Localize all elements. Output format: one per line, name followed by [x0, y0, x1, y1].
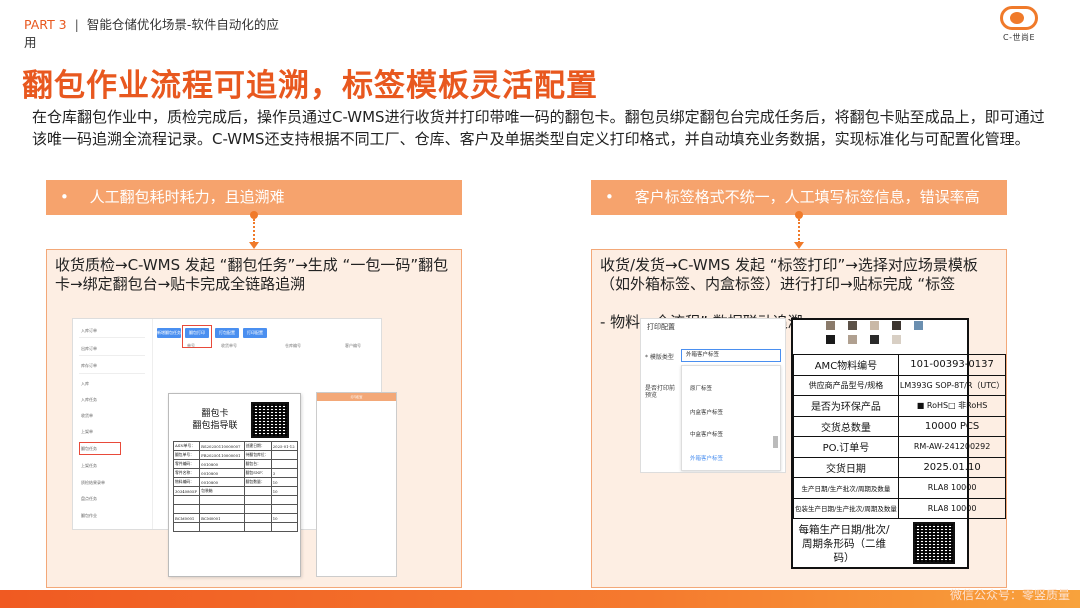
table-row: 物料编码： 0010800 翻包数量： 10 [172, 477, 299, 487]
solution-right-text: 收货/发货→C-WMS 发起 “标签打印”→选择对应场景模板（如外箱标签、内盒标… [600, 256, 978, 293]
template-type-label: * 模版类型 [645, 354, 674, 361]
table-row: 生产日期/生产批次/周期及数量 RLA8 10000 [793, 477, 1007, 499]
print-config-popup: 打印配置 [316, 392, 397, 577]
swatch [892, 321, 901, 330]
wms-button: 打包配置 [215, 328, 239, 338]
table-row: ASN单号： RS20250110000007 创建日期： 2025-01-12 [172, 441, 299, 451]
connector-line-left [253, 219, 255, 243]
swatch [870, 321, 879, 330]
nav-item: 盘点任务 [81, 496, 97, 501]
qr-code-icon [251, 402, 289, 438]
connector-dot-left [250, 211, 258, 219]
page-title: 翻包作业流程可追溯，标签模板灵活配置 [22, 68, 598, 104]
swatch [892, 335, 901, 344]
intro-paragraph: 在仓库翻包作业中，质检完成后，操作员通过C-WMS进行收货并打印带唯一码的翻包卡… [32, 108, 1045, 148]
scrollbar[interactable] [773, 436, 778, 448]
nav-item: 上架任务 [81, 463, 97, 468]
dropdown-option[interactable]: 原厂标签 [690, 384, 712, 392]
company-logo: C-世尚E [994, 6, 1044, 44]
table-header: 单号 [187, 343, 195, 348]
swatch [848, 335, 857, 344]
highlight-box [79, 442, 121, 455]
table-row: 交货总数量 10000 PCS [793, 415, 1007, 437]
dropdown-option-selected[interactable]: 外箱客户标签 [690, 454, 723, 462]
swatch [870, 335, 879, 344]
nav-item: 翻包作业 [81, 513, 97, 518]
table-row: 零件名称： 0010800 翻包SNP： 3 [172, 468, 299, 478]
section-header: PART 3 | 智能仓储优化场景-软件自动化的应用 [24, 16, 284, 52]
pack-card-table: ASN单号： RS20250110000007 创建日期： 2025-01-12 翻包… [172, 441, 299, 532]
label-table: AMC物料编号 101-00393-0137 供应商产品型号/规格 LM393G S… [793, 354, 1007, 519]
swatch [826, 335, 835, 344]
pack-card: 翻包卡 翻包指导联 ASN单号： RS20250110000007 创建日期： 202… [168, 393, 301, 577]
wms-button: 打印配置 [243, 328, 267, 338]
wms-button: 新增翻包任务 [157, 328, 181, 338]
table-row: AMC物料编号 101-00393-0137 [793, 354, 1007, 376]
nav-item: 收货单 [81, 413, 93, 418]
table-row: 翻包单号： FB20250110000001 待翻包库位： [172, 450, 299, 460]
bullet-icon: • [605, 188, 614, 206]
nav-item: 出库订单 [81, 346, 97, 351]
table-row: 交货日期 2025.01.10 [793, 456, 1007, 478]
pack-card-title: 翻包卡 翻包指导联 [192, 409, 238, 431]
template-type-select[interactable]: 外箱客户标签 [681, 349, 781, 362]
nav-item: 上架单 [81, 429, 93, 434]
swatch [848, 321, 857, 330]
nav-item: 库存订单 [81, 363, 97, 368]
header-divider: | [74, 17, 79, 32]
pain-point-right-text: 客户标签格式不统一，人工填写标签信息，错误率高 [634, 188, 980, 206]
table-header: 仓库编号 [285, 343, 301, 348]
preview-label: 是否打印前预览 [645, 385, 676, 399]
footer-bar [0, 590, 1080, 608]
pain-point-right: • 客户标签格式不统一，人工填写标签信息，错误率高 [591, 180, 1007, 215]
template-dropdown[interactable]: 原厂标签 内盒客户标签 中盒客户标签 外箱客户标签 [681, 365, 781, 471]
table-row [172, 495, 299, 505]
watermark: 微信公众号：零竖质量 [949, 588, 1070, 602]
table-row [172, 504, 299, 514]
label-barcode-row: 每箱生产日期/批次/周期条形码（二维码） [793, 518, 967, 567]
table-row: 30340805P 包装箱 10 [172, 486, 299, 496]
table-header: 客户编号 [345, 343, 361, 348]
connector-dot-right [795, 211, 803, 219]
swatch [914, 321, 923, 330]
part-code: PART 3 [24, 17, 67, 32]
nav-item: 入库任务 [81, 397, 97, 402]
popup-title: 打印配置 [317, 393, 396, 401]
table-header: 收货单号 [221, 343, 237, 348]
table-row [172, 522, 299, 532]
nav-item: 入库 [81, 381, 89, 386]
solution-left-text: 收货质检→C-WMS 发起 “翻包任务”→生成 “一包一码”翻包卡→绑定翻包台→… [55, 256, 449, 293]
print-config-dialog: 打印配置 * 模版类型 外箱客户标签 是否打印前预览 原厂标签 内盒客户标签 中… [640, 318, 786, 473]
label-color-swatches [826, 321, 946, 347]
dialog-title: 打印配置 [647, 323, 675, 331]
table-row: 供应商产品型号/规格 LM393G SOP-8T/R（UTC） [793, 374, 1007, 396]
table-row: PO.订单号 RM-AW-241200292 [793, 436, 1007, 458]
barcode-caption: 每箱生产日期/批次/周期条形码（二维码） [798, 524, 890, 564]
table-row: BCM0001 BCM0001 10 [172, 513, 299, 523]
arrow-down-icon [794, 242, 804, 249]
qr-code-icon [913, 522, 955, 564]
nav-item: 质检结果录单 [81, 480, 105, 485]
bullet-icon: • [60, 188, 69, 206]
pain-point-left: • 人工翻包耗时耗力，且追溯难 [46, 180, 462, 215]
arrow-down-icon [249, 242, 259, 249]
table-row: 零件编码： 0010800 翻包台： [172, 459, 299, 469]
nav-item: 入库订单 [81, 328, 97, 333]
table-row: 是否为环保产品 ■ RoHS□ 非RoHS [793, 395, 1007, 417]
dropdown-option[interactable]: 内盒客户标签 [690, 408, 723, 416]
swatch [826, 321, 835, 330]
dropdown-option[interactable]: 中盒客户标签 [690, 430, 723, 438]
pain-point-left-text: 人工翻包耗时耗力，且追溯难 [89, 188, 285, 206]
wms-sidebar: 入库订单 出库订单 库存订单 入库 入库任务 收货单 上架单 翻包任务 上架任务… [73, 319, 153, 529]
logo-text: C-世尚E [1002, 33, 1036, 42]
table-row: 包装生产日期/生产批次/周期及数量 RLA8 10000 [793, 497, 1007, 519]
connector-line-right [798, 219, 800, 243]
